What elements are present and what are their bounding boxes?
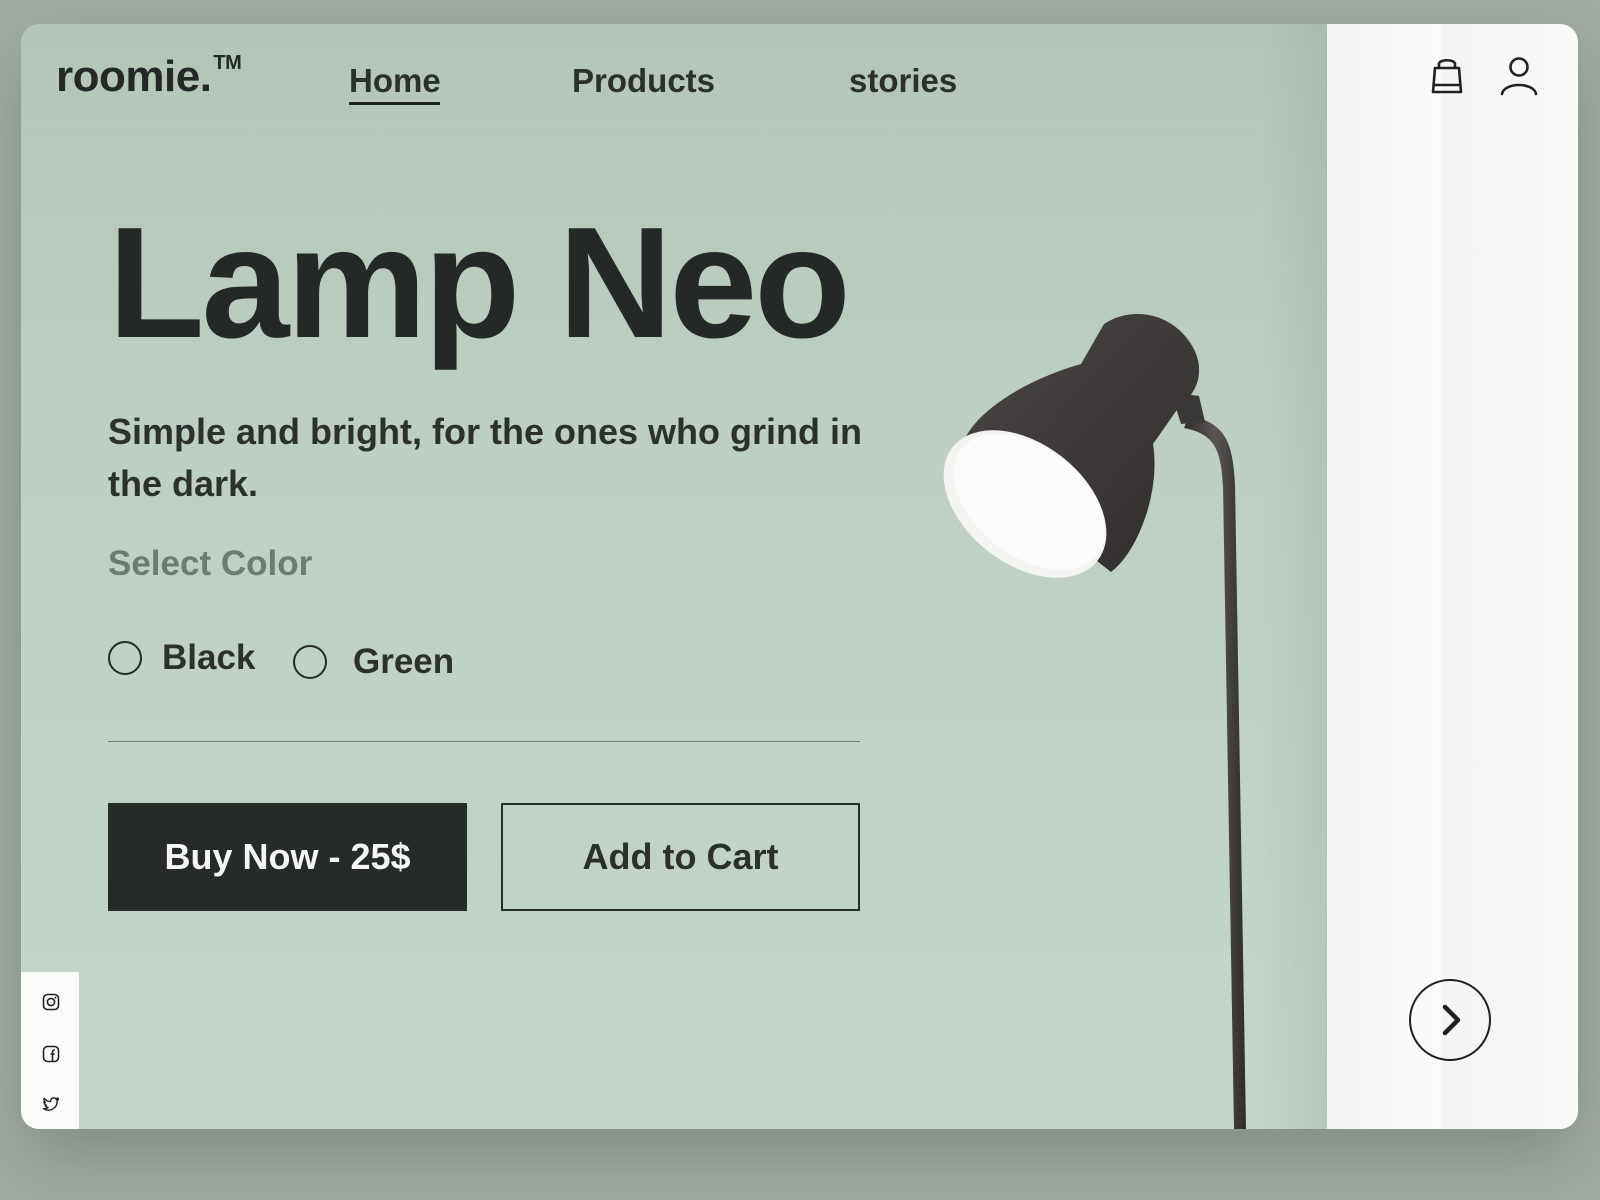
twitter-icon[interactable] [41, 1094, 61, 1114]
color-option-label: Black [162, 638, 256, 677]
buy-now-button[interactable]: Buy Now - 25$ [108, 803, 467, 911]
hero-card: roomie. TM Home Products stories Lamp Neo… [21, 24, 1578, 1129]
chevron-right-icon [1442, 1004, 1461, 1036]
color-option-green[interactable]: Green [293, 642, 454, 682]
select-color-label: Select Color [108, 544, 313, 583]
user-icon [1500, 57, 1538, 96]
nav-stories[interactable]: stories [849, 62, 957, 100]
account-button[interactable] [1497, 54, 1541, 98]
brand-logo[interactable]: roomie. TM [56, 52, 242, 102]
next-slide-button[interactable] [1409, 979, 1491, 1061]
radio-green[interactable] [293, 645, 327, 679]
brand-name: roomie. [56, 52, 212, 101]
trademark-mark: TM [213, 52, 242, 75]
shopping-bag-icon [1431, 58, 1463, 94]
product-subtitle: Simple and bright, for the ones who grin… [108, 411, 862, 504]
product-title: Lamp Neo [108, 195, 851, 371]
nav-home[interactable]: Home [349, 62, 441, 100]
nav-active-underline [349, 102, 440, 105]
radio-black[interactable] [108, 641, 142, 675]
color-option-label: Green [353, 642, 455, 681]
nav-products[interactable]: Products [572, 62, 715, 100]
instagram-icon[interactable] [41, 992, 61, 1012]
cart-button[interactable] [1425, 54, 1469, 98]
add-to-cart-button[interactable]: Add to Cart [501, 803, 860, 911]
facebook-icon[interactable] [41, 1044, 61, 1064]
color-option-black[interactable]: Black [108, 638, 255, 678]
social-bar [21, 972, 79, 1129]
section-divider [108, 741, 860, 742]
